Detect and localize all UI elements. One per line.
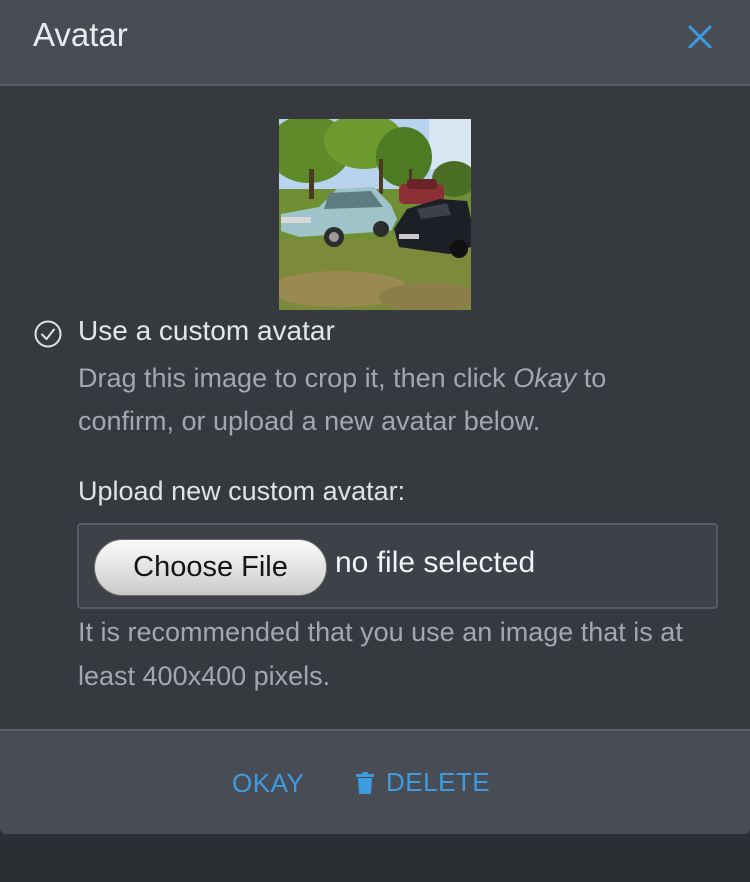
file-input[interactable]: Choose File no file selected [77,523,718,609]
close-icon[interactable] [683,20,717,54]
choose-file-button[interactable]: Choose File [94,539,327,596]
help-prefix: Drag this image to crop it, then click [78,363,514,393]
avatar-dialog: Avatar Use a custom avatar Drag this ima… [0,0,750,834]
avatar-preview-image[interactable] [279,119,471,310]
upload-label: Upload new custom avatar: [78,476,406,506]
size-recommendation: It is recommended that you use an image … [78,617,683,691]
help-okay-emphasis: Okay [513,363,577,393]
okay-button[interactable]: OKAY [232,768,304,799]
delete-label: DELETE [386,767,491,797]
file-status-text: no file selected [335,546,536,579]
dialog-footer: OKAY DELETE [0,729,750,834]
trash-icon [356,771,374,794]
check-circle-icon[interactable] [33,319,63,349]
crop-help-text: Drag this image to crop it, then click O… [78,357,698,443]
delete-button[interactable]: DELETE [356,767,490,798]
custom-avatar-label: Use a custom avatar [78,315,335,346]
dialog-title: Avatar [33,16,128,53]
dialog-header: Avatar [0,0,750,86]
